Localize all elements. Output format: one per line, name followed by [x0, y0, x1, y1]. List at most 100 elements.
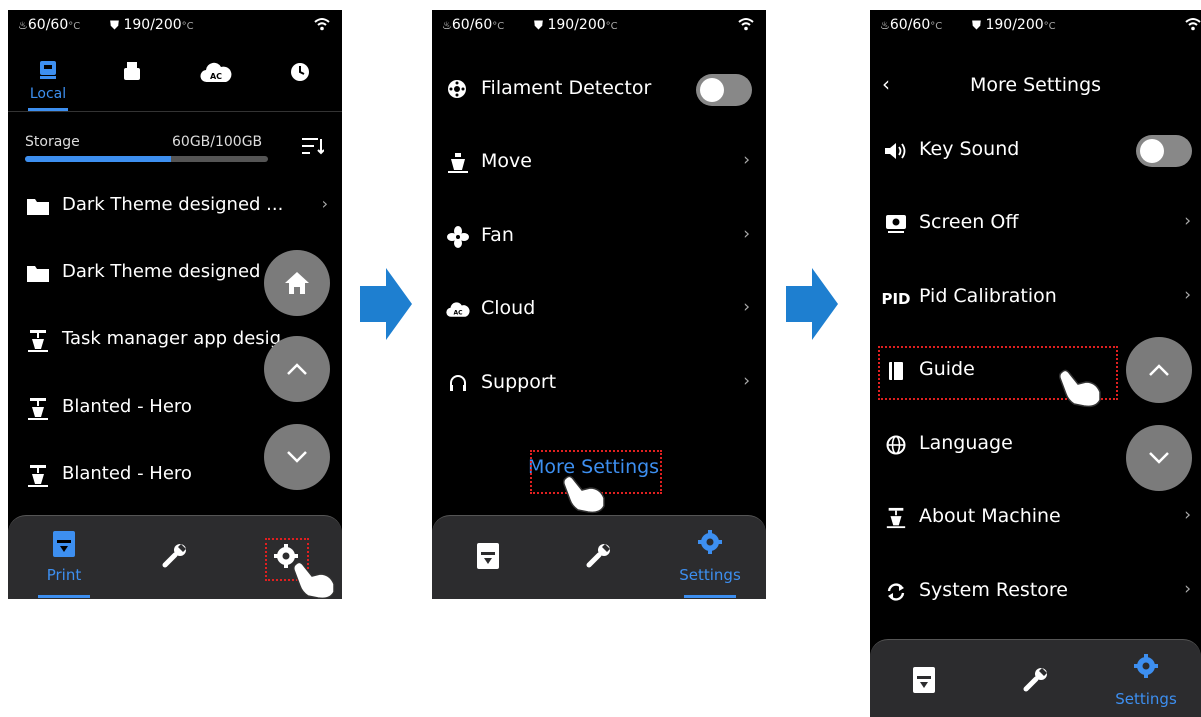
chevron-right-icon: ›: [1184, 505, 1191, 525]
sort-icon[interactable]: [302, 136, 324, 156]
menu-key-sound[interactable]: Key Sound: [870, 130, 1201, 170]
bed-heat-icon: ♨: [442, 19, 452, 32]
wifi-icon: [314, 18, 330, 31]
nozzle-temp: ⛊ 190/200°C: [972, 17, 1056, 33]
menu-about-machine[interactable]: About Machine ›: [870, 497, 1201, 537]
bed-temp: ♨60/60°C: [442, 17, 505, 33]
menu-support[interactable]: Support ›: [432, 363, 766, 403]
key-sound-toggle[interactable]: [1136, 135, 1192, 167]
printer-nozzle-icon: [886, 507, 906, 529]
tab-cloud[interactable]: AC: [186, 58, 246, 112]
chevron-up-icon: [287, 363, 307, 375]
tap-hand-icon: [563, 475, 605, 514]
screen-off-icon: [886, 215, 906, 233]
filament-icon: [448, 80, 466, 98]
storage-value: 60GB/100GB: [172, 134, 263, 150]
move-icon: [448, 153, 468, 173]
nav-tools[interactable]: [135, 516, 215, 599]
chevron-right-icon: ›: [1184, 579, 1191, 599]
wrench-icon: [586, 544, 610, 568]
nozzle-icon: ⛊: [534, 18, 544, 32]
nozzle-temp: ⛊ 190/200°C: [534, 17, 618, 33]
usb-icon: [124, 62, 140, 80]
chevron-right-icon: ›: [1184, 211, 1191, 231]
active-nav-underline: [684, 595, 736, 598]
file-item[interactable]: Dark Theme designed ... ›: [8, 186, 342, 226]
scroll-up-button[interactable]: [1126, 337, 1192, 403]
svg-text:AC: AC: [453, 310, 463, 317]
tap-hand-icon: [293, 561, 335, 599]
chevron-right-icon: ›: [743, 371, 750, 391]
nozzle-icon: ⛊: [972, 18, 982, 32]
menu-pid-calibration[interactable]: PID Pid Calibration ›: [870, 277, 1201, 317]
headset-icon: [450, 375, 466, 391]
nozzle-temp: ⛊ 190/200°C: [110, 17, 194, 33]
nav-settings[interactable]: Settings: [1106, 640, 1186, 717]
menu-move[interactable]: Move ›: [432, 142, 766, 182]
wifi-icon: [1185, 18, 1201, 31]
print-icon: [53, 531, 75, 557]
speaker-icon: [885, 143, 906, 159]
restore-icon: [887, 583, 905, 601]
scroll-down-button[interactable]: [1126, 425, 1192, 491]
menu-screen-off[interactable]: Screen Off ›: [870, 203, 1201, 243]
globe-icon: [886, 435, 906, 455]
nozzle-model-icon: [28, 398, 48, 420]
storage-label: Storage: [25, 134, 80, 150]
home-icon: [285, 272, 309, 294]
chevron-right-icon: ›: [743, 150, 750, 170]
storage-bar: [25, 156, 268, 162]
cloud-ac-icon: AC: [200, 62, 232, 83]
nozzle-model-icon: [28, 465, 48, 487]
cloud-ac-icon: AC: [446, 302, 470, 317]
folder-icon: [27, 199, 49, 215]
tab-local[interactable]: Local: [18, 58, 78, 112]
fan-icon: [447, 226, 469, 248]
local-storage-icon: [40, 61, 56, 79]
nav-tools[interactable]: [996, 640, 1076, 717]
menu-cloud[interactable]: AC Cloud ›: [432, 289, 766, 329]
home-button[interactable]: [264, 250, 330, 316]
bed-temp: ♨60/60°C: [18, 17, 81, 33]
tab-history[interactable]: [270, 58, 330, 112]
nozzle-model-icon: [28, 330, 48, 352]
bed-temp: ♨60/60°C: [880, 17, 943, 33]
folder-icon: [27, 266, 49, 282]
scroll-down-button[interactable]: [264, 424, 330, 490]
flow-arrow-icon: [786, 268, 838, 340]
scroll-up-button[interactable]: [264, 336, 330, 402]
chevron-right-icon: ›: [743, 297, 750, 317]
wrench-icon: [1023, 668, 1047, 692]
bottom-nav: Settings: [870, 639, 1201, 717]
nav-print[interactable]: [884, 640, 964, 717]
gear-icon: [698, 530, 722, 554]
status-bar: ♨60/60°C ⛊ 190/200°C: [432, 10, 766, 40]
nav-print[interactable]: Print: [24, 516, 104, 599]
chevron-right-icon: ›: [1184, 285, 1191, 305]
filament-detector-toggle[interactable]: [696, 74, 752, 106]
tap-hand-icon: [1059, 369, 1101, 408]
menu-filament-detector[interactable]: Filament Detector: [432, 69, 766, 109]
chevron-down-icon: [1149, 452, 1169, 464]
chevron-right-icon: ›: [743, 224, 750, 244]
bottom-nav: Settings: [432, 515, 766, 599]
nav-print[interactable]: [448, 516, 528, 599]
bed-heat-icon: ♨: [880, 19, 890, 32]
status-bar: ♨60/60°C ⛊ 190/200°C: [8, 10, 342, 40]
active-nav-underline: [38, 595, 90, 598]
gear-icon: [1134, 654, 1158, 678]
tab-usb[interactable]: [102, 58, 162, 112]
print-icon: [477, 543, 499, 569]
menu-system-restore[interactable]: System Restore ›: [870, 571, 1201, 611]
nozzle-icon: ⛊: [110, 18, 120, 32]
menu-fan[interactable]: Fan ›: [432, 216, 766, 256]
svg-text:AC: AC: [210, 72, 222, 81]
pid-icon: PID: [881, 290, 911, 308]
nav-tools[interactable]: [559, 516, 639, 599]
nav-settings[interactable]: Settings: [670, 516, 750, 599]
page-title: More Settings: [969, 74, 1102, 96]
chevron-right-icon: ›: [321, 194, 328, 213]
status-bar: ♨60/60°C ⛊ 190/200°C: [870, 10, 1201, 40]
print-screen: ♨60/60°C ⛊ 190/200°C Local AC Storage 60…: [8, 10, 342, 599]
clock-icon: [291, 63, 309, 81]
